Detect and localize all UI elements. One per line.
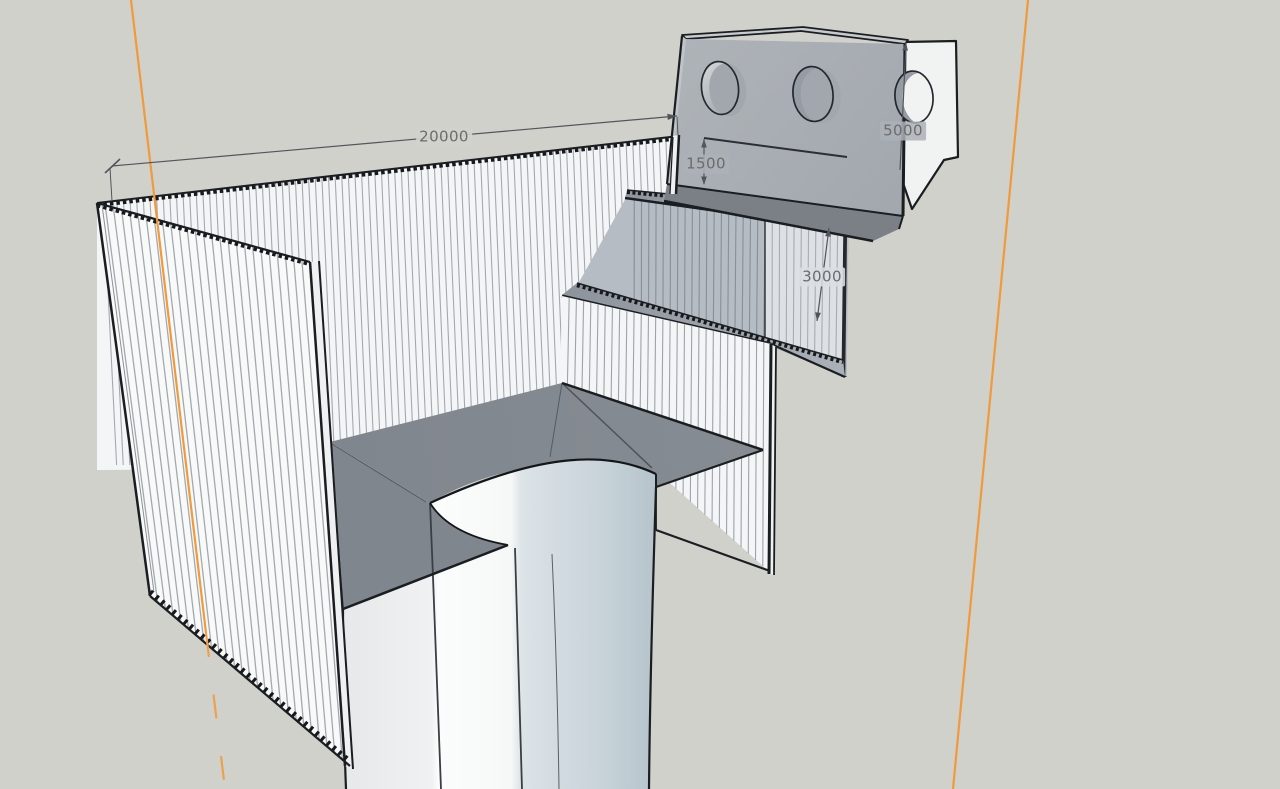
dimension-label-wall-length[interactable]: 20000 bbox=[416, 128, 472, 147]
dimension-label-step-drop-upper[interactable]: 1500 bbox=[683, 155, 729, 174]
dimension-label-block-size[interactable]: 5000 bbox=[880, 122, 926, 141]
dimension-label-step-drop-lower[interactable]: 3000 bbox=[799, 268, 845, 287]
model-scene bbox=[0, 0, 1280, 789]
3d-model-viewport[interactable]: 20000 1500 5000 3000 bbox=[0, 0, 1280, 789]
